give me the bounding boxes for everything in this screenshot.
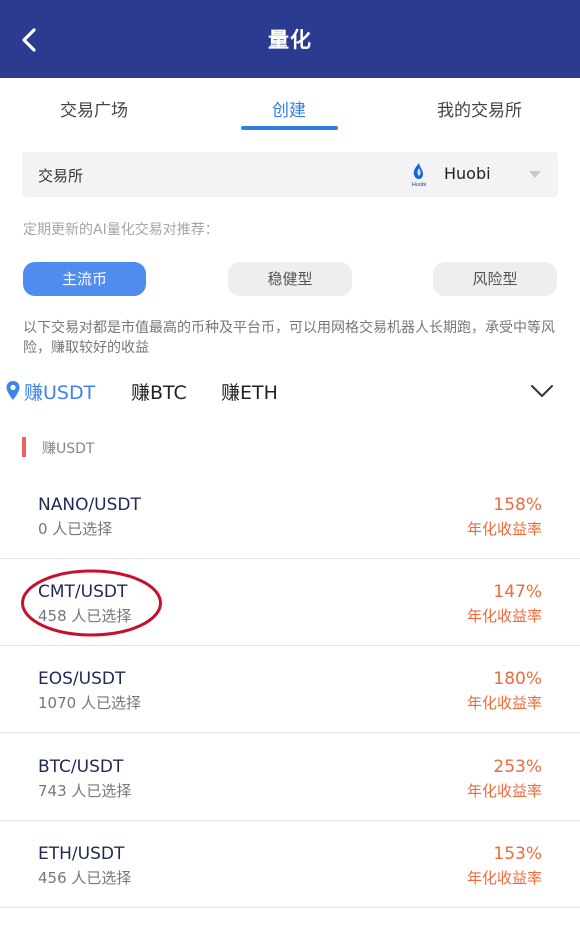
page-title: 量化 (268, 28, 312, 52)
pair-name: BTC/USDT (38, 757, 124, 777)
pair-row-btc[interactable]: BTC/USDT 743 人已选择 253% 年化收益率 (0, 734, 580, 821)
exchange-label: 交易所 (38, 167, 84, 185)
pair-annual-rate: 147% (493, 582, 542, 602)
pair-selected-count: 456 人已选择 (38, 869, 132, 887)
exchange-value: Huobi (444, 164, 491, 183)
pair-row-eth[interactable]: ETH/USDT 456 人已选择 153% 年化收益率 (0, 821, 580, 908)
tab-trading-plaza[interactable]: 交易广场 (60, 96, 128, 121)
pair-annual-rate-label: 年化收益率 (466, 520, 542, 538)
pair-row-nano[interactable]: NANO/USDT 0 人已选择 158% 年化收益率 (0, 472, 580, 559)
active-tab-indicator (241, 126, 338, 130)
filter-risky-button[interactable]: 风险型 (433, 262, 557, 296)
huobi-logo-icon: Huobi (412, 163, 426, 188)
dropdown-caret-icon (529, 171, 541, 178)
huobi-logo-text: Huobi (412, 182, 426, 188)
pair-name: ETH/USDT (38, 844, 125, 864)
annotation-circle (21, 569, 162, 637)
pair-row-eos[interactable]: EOS/USDT 1070 人已选择 180% 年化收益率 (0, 646, 580, 733)
pair-annual-rate-label: 年化收益率 (466, 869, 542, 887)
filter-mainstream-button[interactable]: 主流币 (23, 262, 146, 296)
location-pin-icon (6, 381, 20, 400)
pair-annual-rate-label: 年化收益率 (466, 607, 542, 625)
app-header: 量化 (0, 0, 580, 78)
chevron-down-icon[interactable] (528, 380, 556, 402)
coin-tab-earn-usdt[interactable]: 赚USDT (24, 378, 95, 405)
pair-name: EOS/USDT (38, 669, 126, 689)
coin-tab-earn-btc[interactable]: 赚BTC (131, 378, 187, 405)
pair-annual-rate-label: 年化收益率 (466, 782, 542, 800)
row-divider (0, 907, 580, 908)
pair-selected-count: 743 人已选择 (38, 782, 132, 800)
exchange-select[interactable]: 交易所 Huobi Huobi (22, 152, 558, 197)
pair-annual-rate: 153% (493, 844, 542, 864)
filter-stable-button[interactable]: 稳健型 (228, 262, 352, 296)
pair-name: NANO/USDT (38, 495, 141, 515)
pair-annual-rate: 158% (493, 495, 542, 515)
tab-my-exchange[interactable]: 我的交易所 (437, 96, 522, 121)
section-title: 赚USDT (42, 441, 95, 457)
pair-annual-rate-label: 年化收益率 (466, 694, 542, 712)
tab-create[interactable]: 创建 (272, 96, 306, 121)
coin-tabs: 赚USDT 赚BTC 赚ETH (0, 372, 580, 412)
row-divider (0, 732, 580, 733)
pair-selected-count: 1070 人已选择 (38, 694, 141, 712)
pair-annual-rate: 180% (493, 669, 542, 689)
pair-annual-rate: 253% (493, 757, 542, 777)
coin-tab-earn-eth[interactable]: 赚ETH (221, 378, 278, 405)
pair-selected-count: 0 人已选择 (38, 520, 113, 538)
recommendation-hint: 定期更新的AI量化交易对推荐： (23, 222, 219, 238)
section-marker (22, 437, 26, 457)
strategy-description: 以下交易对都是市值最高的币种及平台币，可以用网格交易机器人长期跑，承受中等风险，… (23, 320, 555, 356)
